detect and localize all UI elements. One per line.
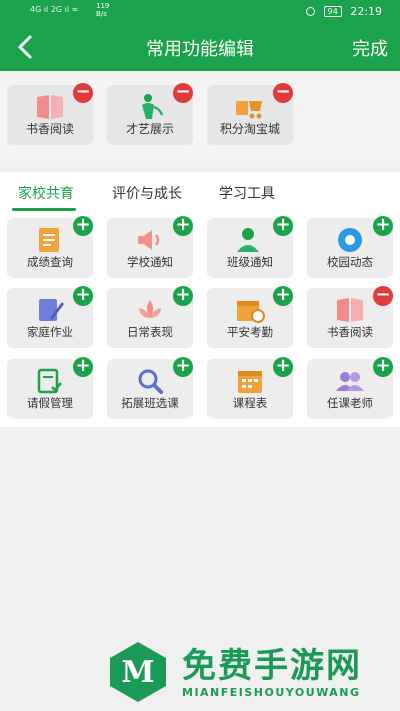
calendar-grid-icon <box>238 371 262 393</box>
category-tabs: 家校共育 评价与成长 学习工具 <box>0 172 400 212</box>
add-button[interactable]: + <box>273 216 293 236</box>
add-button[interactable]: + <box>173 286 193 306</box>
magnifier-icon <box>138 369 163 394</box>
function-label: 成绩查询 <box>27 255 73 269</box>
function-tile[interactable]: 平安考勤 + <box>207 286 293 348</box>
function-tile[interactable]: 任课老师 + <box>307 357 393 419</box>
points-cart-icon <box>236 101 262 119</box>
function-label: 请假管理 <box>27 396 73 410</box>
nav-bar: 常用功能编辑 完成 <box>0 24 400 71</box>
lotus-icon <box>139 300 161 318</box>
camera-aperture-icon <box>338 228 362 252</box>
active-tab-indicator <box>12 208 76 211</box>
add-button[interactable]: + <box>373 357 393 377</box>
network-speed-unit: B/s <box>96 10 107 18</box>
add-button[interactable]: + <box>73 286 93 306</box>
function-tile[interactable]: 日常表现 + <box>107 286 193 348</box>
remove-button[interactable]: − <box>373 286 393 306</box>
app-header: 4G ıl 2G ıl ≈ 119 B/s 94 22:19 常用功能编辑 完成 <box>0 0 400 71</box>
function-tile[interactable]: 家庭作业 + <box>7 286 93 348</box>
add-button[interactable]: + <box>73 216 93 236</box>
add-button[interactable]: + <box>73 357 93 377</box>
function-tile[interactable]: 成绩查询 + <box>7 216 93 278</box>
book-icon <box>337 298 363 322</box>
remove-button[interactable]: − <box>73 83 93 103</box>
grades-doc-icon <box>39 228 59 252</box>
function-tile[interactable]: 课程表 + <box>207 357 293 419</box>
talent-person-icon <box>142 94 164 119</box>
function-label: 平安考勤 <box>227 325 273 339</box>
add-button[interactable]: + <box>373 216 393 236</box>
selected-app-label: 才艺展示 <box>125 122 174 136</box>
svg-text:M: M <box>121 655 154 690</box>
function-label: 拓展班选课 <box>121 396 179 410</box>
battery-level: 94 <box>323 6 342 17</box>
signal-indicators: 4G ıl 2G ıl ≈ <box>30 5 79 14</box>
done-button[interactable]: 完成 <box>352 35 388 61</box>
clock: 22:19 <box>350 5 382 18</box>
person-bell-icon <box>237 228 259 252</box>
function-label: 书香阅读 <box>327 325 373 339</box>
function-tile[interactable]: 拓展班选课 + <box>107 357 193 419</box>
leave-doc-icon <box>37 368 62 394</box>
function-label: 任课老师 <box>327 396 373 410</box>
function-label: 家庭作业 <box>27 325 73 339</box>
add-button[interactable]: + <box>173 357 193 377</box>
homework-pencil-icon <box>39 299 64 321</box>
tab-home-school[interactable]: 家校共育 <box>18 183 74 203</box>
network-speed-value: 119 <box>96 2 110 10</box>
tab-learning-tools[interactable]: 学习工具 <box>219 183 275 203</box>
alarm-icon <box>306 7 316 16</box>
function-tile[interactable]: 请假管理 + <box>7 357 93 419</box>
selected-app-label: 积分淘宝城 <box>219 122 280 136</box>
tab-evaluation[interactable]: 评价与成长 <box>112 183 182 203</box>
function-label: 班级通知 <box>227 255 273 269</box>
function-label: 课程表 <box>232 396 268 410</box>
function-section: 家校共育 评价与成长 学习工具 成绩查询 + 学校通知 + 班级通知 + 校园动… <box>0 172 400 427</box>
function-label: 日常表现 <box>127 325 173 339</box>
page-title: 常用功能编辑 <box>146 39 254 60</box>
watermark-logo-icon: M <box>110 642 166 702</box>
network-speed: 119 B/s <box>96 2 109 18</box>
function-tile[interactable]: 班级通知 + <box>207 216 293 278</box>
status-bar: 4G ıl 2G ıl ≈ 119 B/s 94 22:19 <box>0 0 400 24</box>
teachers-icon <box>336 372 364 391</box>
selected-apps-area: 书香阅读 − 才艺展示 − 积分淘宝城 − <box>0 71 400 159</box>
add-button[interactable]: + <box>173 216 193 236</box>
add-button[interactable]: + <box>273 286 293 306</box>
book-icon <box>37 95 63 119</box>
selected-app-tile[interactable]: 才艺展示 − <box>107 83 193 145</box>
watermark-subtitle: MIANFEISHOUYOUWANG <box>182 686 361 699</box>
status-right: 94 22:19 <box>306 5 382 18</box>
remove-button[interactable]: − <box>173 83 193 103</box>
function-tile[interactable]: 书香阅读 − <box>307 286 393 348</box>
remove-button[interactable]: − <box>273 83 293 103</box>
selected-app-label: 书香阅读 <box>25 122 74 136</box>
selected-app-tile[interactable]: 积分淘宝城 − <box>207 83 293 145</box>
calendar-clock-icon <box>237 301 265 323</box>
function-label: 校园动态 <box>327 255 373 269</box>
speaker-icon <box>138 230 160 250</box>
function-label: 学校通知 <box>127 255 173 269</box>
add-button[interactable]: + <box>273 357 293 377</box>
function-tile[interactable]: 学校通知 + <box>107 216 193 278</box>
watermark-title: 免费手游网 <box>182 646 362 686</box>
function-tile[interactable]: 校园动态 + <box>307 216 393 278</box>
selected-app-tile[interactable]: 书香阅读 − <box>7 83 93 145</box>
